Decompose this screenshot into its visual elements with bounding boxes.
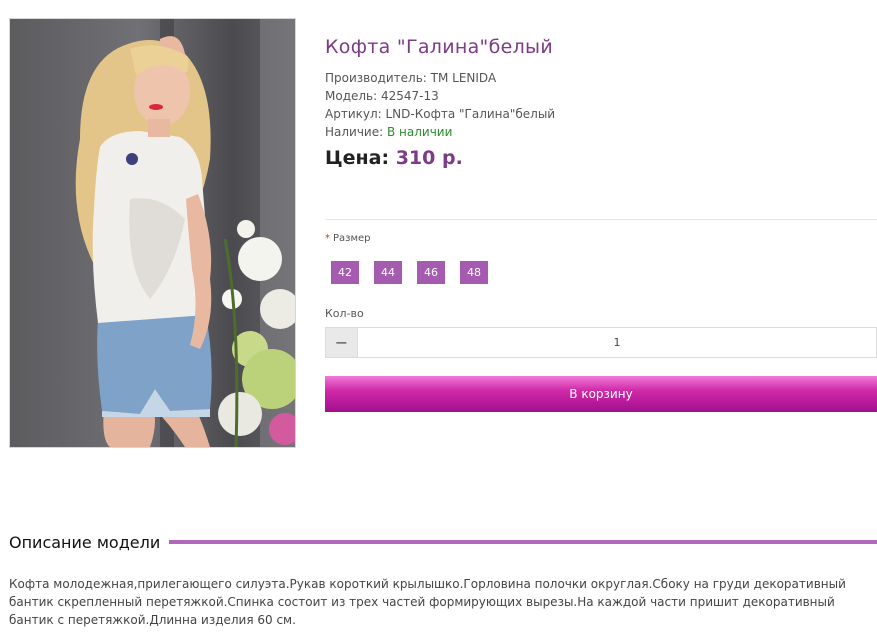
size-option-48[interactable]: 48 bbox=[460, 261, 488, 284]
description-text: Кофта молодежная,прилегающего силуэта.Ру… bbox=[9, 577, 846, 627]
divider bbox=[325, 219, 877, 220]
size-option-44[interactable]: 44 bbox=[374, 261, 402, 284]
product-photo-art bbox=[75, 19, 295, 447]
size-option-46[interactable]: 46 bbox=[417, 261, 445, 284]
product-photo[interactable] bbox=[9, 18, 296, 448]
availability: Наличие: В наличии bbox=[325, 123, 555, 141]
size-options: 42 44 46 48 bbox=[331, 261, 488, 284]
sku: Артикул: LND-Кофта "Галина"белый bbox=[325, 107, 556, 121]
quantity-decrease-button[interactable]: − bbox=[326, 328, 358, 357]
model: Модель: 42547-13 bbox=[325, 89, 439, 103]
quantity-stepper: − bbox=[325, 327, 877, 358]
manufacturer: Производитель: ТМ LENIDA bbox=[325, 71, 497, 85]
size-option-42[interactable]: 42 bbox=[331, 261, 359, 284]
description-heading: Описание модели bbox=[9, 532, 161, 552]
description-heading-rule bbox=[169, 540, 877, 544]
quantity-label: Кол-во bbox=[325, 307, 364, 320]
price-label: Цена: bbox=[325, 147, 396, 169]
price: Цена: 310 р. bbox=[325, 147, 463, 169]
size-label: * Размер bbox=[325, 233, 371, 244]
quantity-input[interactable] bbox=[358, 328, 876, 357]
required-mark: * bbox=[325, 233, 330, 244]
description-header: Описание модели bbox=[9, 530, 877, 554]
availability-label: Наличие: bbox=[325, 125, 387, 139]
minus-icon: − bbox=[334, 333, 349, 352]
product-title: Кофта "Галина"белый bbox=[325, 36, 553, 58]
price-value: 310 р. bbox=[395, 147, 463, 169]
size-label-text: Размер bbox=[333, 233, 371, 244]
availability-status: В наличии bbox=[386, 125, 453, 139]
product-meta: Производитель: ТМ LENIDA Модель: 42547-1… bbox=[325, 69, 555, 141]
add-to-cart-button[interactable]: В корзину bbox=[325, 376, 877, 412]
